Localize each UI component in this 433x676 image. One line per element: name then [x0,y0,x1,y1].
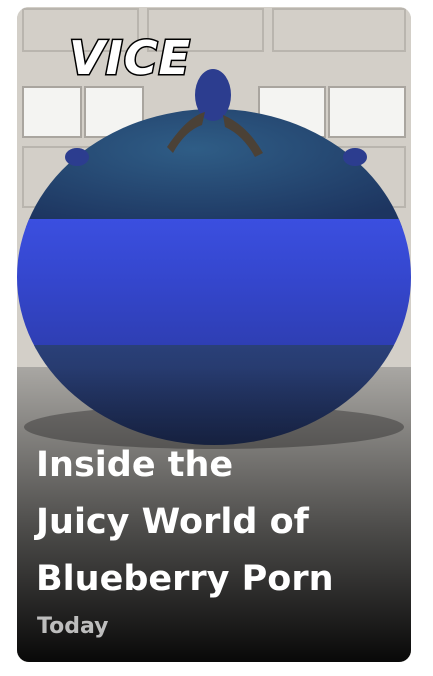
story-card[interactable]: VICE Inside the Juicy World of Blueberry… [17,7,411,662]
story-headline: Inside the Juicy World of Blueberry Porn [36,437,396,608]
story-date: Today [37,614,109,639]
vice-logo: VICE [68,30,192,87]
headline-line: Blueberry Porn [36,559,334,599]
headline-line: Juicy World of [36,502,309,542]
headline-line: Inside the [36,445,234,485]
